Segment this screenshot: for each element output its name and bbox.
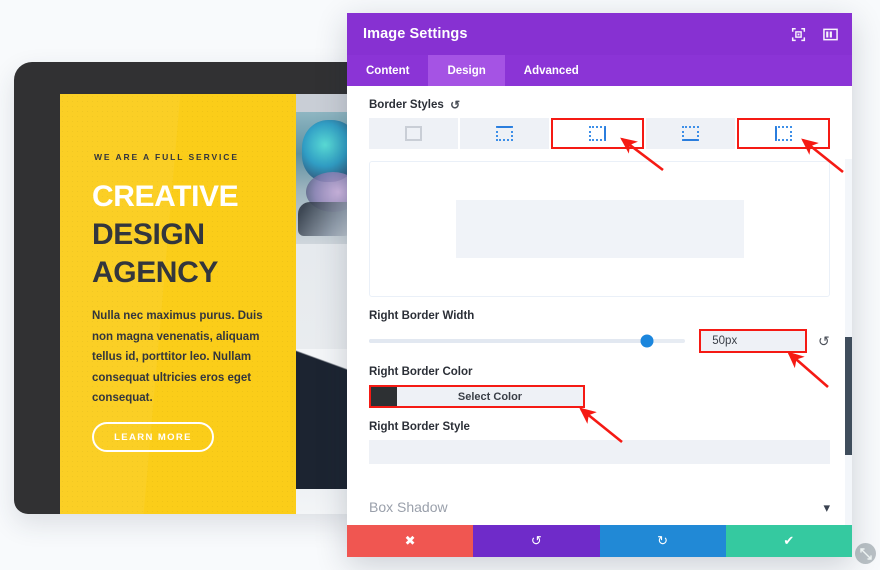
right-border-width-reset-icon[interactable]: ↻ <box>818 333 830 349</box>
border-style-top[interactable] <box>460 118 549 149</box>
border-preview-placeholder <box>455 200 744 258</box>
right-border-color-control: Select Color <box>369 385 585 408</box>
save-button[interactable]: ✔ <box>725 525 852 557</box>
image-settings-modal: Image Settings Content Design Advanced B… <box>347 13 852 557</box>
border-styles-label-row: Border Styles ↻ <box>369 98 830 112</box>
modal-scrollbar-thumb[interactable] <box>845 337 852 455</box>
box-shadow-section-toggle[interactable]: Box Shadow ▾ <box>369 499 830 519</box>
modal-header-actions <box>791 13 838 55</box>
hero-headline-line-3: AGENCY <box>92 256 218 289</box>
border-bottom-icon <box>682 126 699 141</box>
hero-headline: CREATIVE DESIGN AGENCY <box>92 178 302 292</box>
modal-header: Image Settings <box>347 13 852 55</box>
select-color-button[interactable]: Select Color <box>397 387 583 406</box>
tab-design[interactable]: Design <box>428 55 505 86</box>
hero-headline-line-2: DESIGN <box>92 218 205 251</box>
tab-advanced[interactable]: Advanced <box>505 55 598 86</box>
tab-content[interactable]: Content <box>347 55 428 86</box>
border-style-none[interactable] <box>369 118 458 149</box>
chevron-down-icon[interactable]: ▾ <box>823 501 830 514</box>
border-preview-box <box>369 161 830 297</box>
resize-arrows-icon <box>859 547 872 560</box>
slider-handle[interactable] <box>640 334 654 348</box>
border-top-icon <box>496 126 513 141</box>
modal-title: Image Settings <box>363 26 468 42</box>
right-border-width-input[interactable]: 50px <box>699 329 808 353</box>
right-border-width-slider[interactable] <box>369 334 686 348</box>
border-style-left[interactable] <box>737 118 830 149</box>
border-right-icon <box>589 126 606 141</box>
color-swatch[interactable] <box>371 387 397 406</box>
focus-target-icon[interactable] <box>791 27 806 42</box>
tablet-screen: WE ARE A FULL SERVICE CREATIVE DESIGN AG… <box>60 94 366 514</box>
border-style-right[interactable] <box>551 118 644 149</box>
modal-tabs: Content Design Advanced <box>347 55 852 86</box>
right-border-style-select[interactable] <box>369 440 830 464</box>
hero-headline-line-1: CREATIVE <box>92 180 239 213</box>
right-border-width-control: 50px ↻ <box>369 329 830 353</box>
hero-cta-button[interactable]: LEARN MORE <box>92 422 214 452</box>
slider-fill <box>369 339 648 343</box>
modal-scrollbar-track[interactable] <box>845 159 852 525</box>
screen-root: WE ARE A FULL SERVICE CREATIVE DESIGN AG… <box>0 0 880 570</box>
cancel-button[interactable]: ✖ <box>347 525 474 557</box>
redo-button[interactable]: ↻ <box>599 525 726 557</box>
border-left-icon <box>775 126 792 141</box>
right-border-style-label: Right Border Style <box>369 421 470 433</box>
border-styles-label: Border Styles <box>369 99 444 111</box>
hero-eyebrow: WE ARE A FULL SERVICE <box>94 152 239 162</box>
square-outline-icon <box>405 126 422 141</box>
box-shadow-label: Box Shadow <box>369 499 448 515</box>
modal-resize-handle[interactable] <box>855 543 876 564</box>
hero-body-text: Nulla nec maximus purus. Duis non magna … <box>92 310 263 404</box>
border-styles-options <box>369 118 830 149</box>
border-style-bottom[interactable] <box>646 118 735 149</box>
right-border-color-label: Right Border Color <box>369 366 473 378</box>
modal-body: Border Styles ↻ Right Border Width 50px … <box>347 86 852 525</box>
undo-button[interactable]: ↺ <box>473 525 600 557</box>
layout-columns-icon[interactable] <box>823 27 838 42</box>
right-border-width-label: Right Border Width <box>369 310 475 322</box>
reset-icon[interactable]: ↻ <box>450 98 460 112</box>
tablet-device-mockup: WE ARE A FULL SERVICE CREATIVE DESIGN AG… <box>14 62 366 514</box>
modal-footer-actions: ✖ ↺ ↻ ✔ <box>347 525 852 557</box>
